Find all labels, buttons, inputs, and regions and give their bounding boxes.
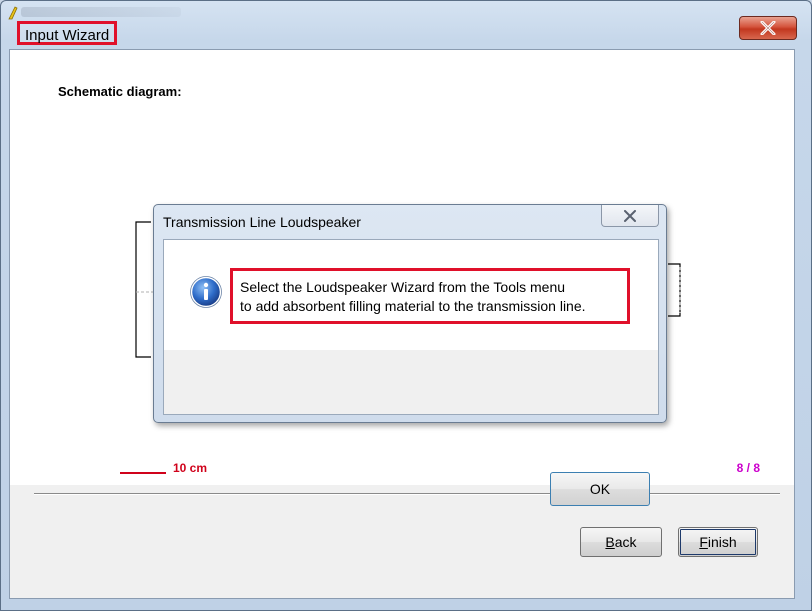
back-button[interactable]: Back xyxy=(580,527,662,557)
schematic-header-area: Schematic diagram: xyxy=(10,50,794,185)
background-window-title-ghost xyxy=(21,7,181,17)
dialog-message: Select the Loudspeaker Wizard from the T… xyxy=(240,278,586,316)
dialog-message-line-2: to add absorbent filling material to the… xyxy=(240,298,586,314)
dialog-footer: OK xyxy=(164,350,658,506)
diagram-right-bracket xyxy=(668,263,681,317)
finish-button-label: Finish xyxy=(699,534,737,550)
info-icon xyxy=(190,276,222,308)
diagram-left-bracket xyxy=(135,221,151,358)
window-close-button[interactable] xyxy=(739,16,797,40)
dialog-close-button[interactable] xyxy=(601,205,659,227)
back-button-label: Back xyxy=(605,534,637,550)
input-wizard-window: Input Wizard Schematic diagram: 10 cm 8 … xyxy=(0,0,812,611)
page-counter: 8 / 8 xyxy=(736,461,760,475)
dialog-message-line-1: Select the Loudspeaker Wizard from the T… xyxy=(240,279,566,295)
footer-separator xyxy=(34,493,780,495)
ok-button[interactable]: OK xyxy=(550,472,650,506)
app-icon xyxy=(8,6,18,20)
schematic-diagram-label: Schematic diagram: xyxy=(58,84,182,99)
scale-bar xyxy=(120,472,166,474)
close-icon xyxy=(760,21,776,35)
window-title: Input Wizard xyxy=(17,21,118,45)
title-bar[interactable]: Input Wizard xyxy=(1,1,811,47)
dialog-title: Transmission Line Loudspeaker xyxy=(163,214,361,230)
message-dialog: Transmission Line Loudspeaker Select the… xyxy=(153,204,667,506)
scale-label: 10 cm xyxy=(173,461,208,475)
close-icon xyxy=(624,209,636,222)
finish-button[interactable]: Finish xyxy=(678,527,758,557)
dialog-body: Select the Loudspeaker Wizard from the T… xyxy=(163,239,659,506)
